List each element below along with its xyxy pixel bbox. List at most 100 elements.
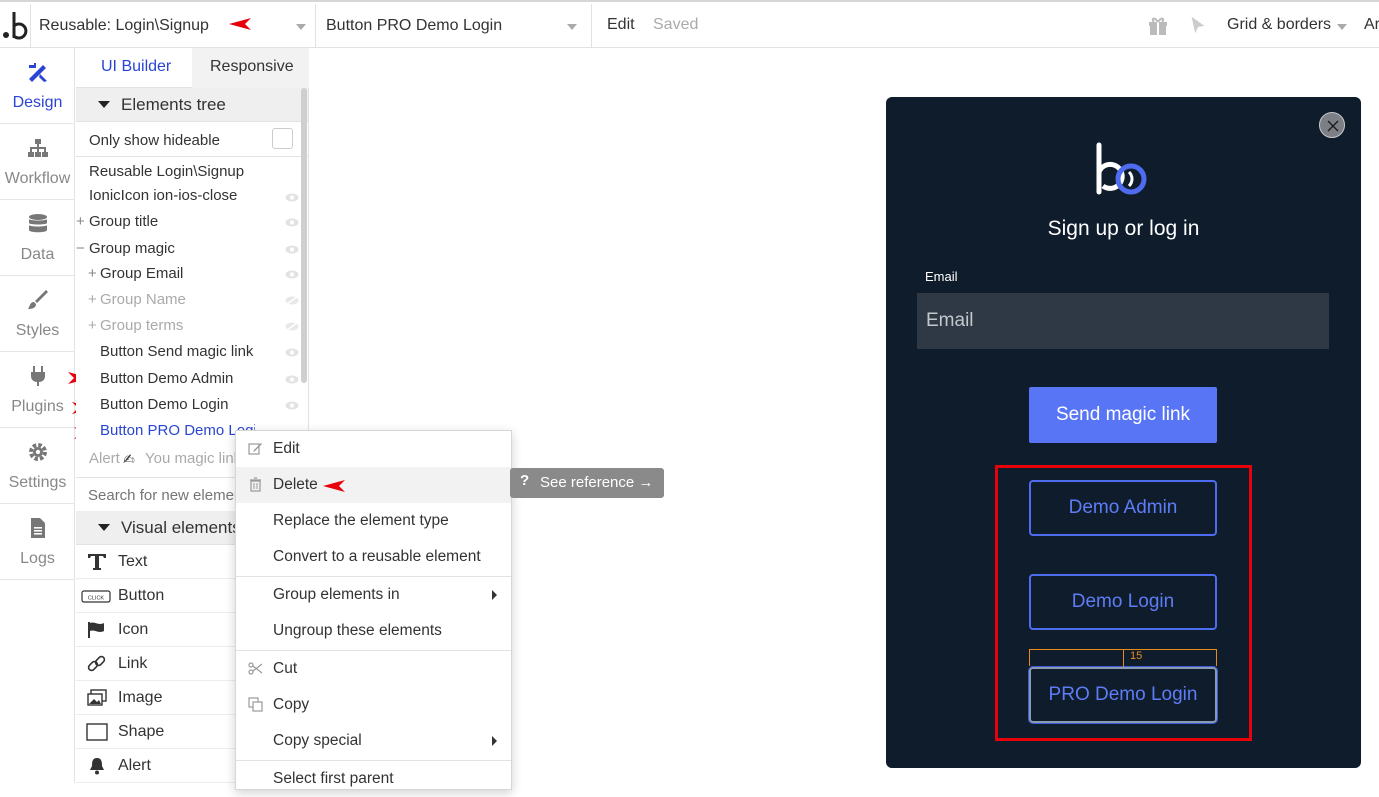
visual-element-label: Icon <box>118 621 149 638</box>
eye-icon[interactable] <box>285 193 299 202</box>
cursor-icon[interactable] <box>1187 14 1209 36</box>
visual-element-label: Button <box>118 587 165 604</box>
visual-element-label: Text <box>118 553 148 570</box>
elements-tree-title: Elements tree <box>121 95 226 114</box>
eye-icon[interactable] <box>285 245 299 254</box>
tab-responsive[interactable]: Responsive <box>210 58 294 76</box>
menu-item-copy[interactable]: Copy <box>236 687 511 723</box>
tree-item[interactable]: Group Email <box>100 265 183 282</box>
page-selector[interactable]: Reusable: Login\Signup <box>30 4 316 48</box>
bell-icon <box>90 758 104 775</box>
red-annotation-box <box>995 465 1252 741</box>
image-icon <box>87 689 107 706</box>
brush-icon <box>28 290 48 309</box>
tree-toggle-plus[interactable]: + <box>88 265 97 282</box>
tree-item[interactable]: Group Name <box>100 291 186 308</box>
search-elements-input[interactable] <box>88 487 238 504</box>
send-magic-link-button[interactable]: Send magic link <box>1029 387 1217 443</box>
nav-logs[interactable]: Logs <box>0 504 75 580</box>
svg-text:CLICK: CLICK <box>88 596 105 602</box>
email-label: Email <box>925 269 958 284</box>
grid-borders-menu[interactable]: Grid & borders <box>1227 16 1331 34</box>
menu-item-group-elements[interactable]: Group elements in <box>236 577 511 613</box>
scissors-icon <box>248 662 263 675</box>
eye-slash-icon[interactable] <box>285 296 299 305</box>
bubble-logo-icon[interactable] <box>2 8 30 42</box>
visual-elements-title: Visual elements <box>121 518 241 537</box>
menu-item-label: Select first parent <box>273 770 394 787</box>
nav-design-label: Design <box>12 94 63 111</box>
eye-slash-icon[interactable] <box>285 322 299 331</box>
gift-icon[interactable] <box>1146 13 1170 37</box>
menu-item-cut[interactable]: Cut <box>236 651 511 687</box>
rocket-emoji-icon: ✍ <box>123 451 135 467</box>
menu-item-select-first-parent[interactable]: Select first parent <box>236 761 511 797</box>
database-icon <box>29 214 47 233</box>
eye-icon[interactable] <box>285 270 299 279</box>
tree-item[interactable]: Group title <box>89 213 158 230</box>
only-show-hideable-row: Only show hideable <box>76 123 308 157</box>
nav-logs-label: Logs <box>20 550 55 567</box>
nav-design[interactable]: Design <box>0 48 75 124</box>
visual-element-label: Shape <box>118 723 165 740</box>
visual-element-label: Image <box>118 689 163 706</box>
nav-workflow[interactable]: Workflow <box>0 124 75 200</box>
nav-workflow-label: Workflow <box>4 170 71 187</box>
tree-item[interactable]: You magic link <box>145 450 237 467</box>
eye-icon[interactable] <box>285 401 299 410</box>
tab-ui-builder[interactable]: UI Builder <box>101 58 171 76</box>
elements-tree-header[interactable]: Elements tree <box>76 88 308 122</box>
eye-icon[interactable] <box>285 218 299 227</box>
menu-item-label: Cut <box>273 660 298 677</box>
menu-item-replace-type[interactable]: Replace the element type <box>236 503 511 539</box>
menu-item-label: Copy special <box>273 732 362 749</box>
menu-item-delete[interactable]: Delete <box>236 467 511 503</box>
question-icon: ? <box>520 472 530 489</box>
saved-status: Saved <box>653 16 699 33</box>
menu-item-edit[interactable]: Edit <box>236 431 511 467</box>
context-menu: Edit Delete Replace the element type Con… <box>235 430 512 790</box>
tree-item[interactable]: Group magic <box>89 240 175 257</box>
tree-item[interactable]: Reusable Login\Signup <box>89 163 244 180</box>
element-selector[interactable]: Button PRO Demo Login <box>316 4 592 48</box>
tree-toggle-minus[interactable]: − <box>76 240 85 257</box>
tree-item[interactable]: Group terms <box>100 317 183 334</box>
tree-item[interactable]: Button Send magic link <box>100 343 253 360</box>
chevron-down-icon <box>296 24 306 30</box>
menu-item-copy-special[interactable]: Copy special <box>236 723 511 759</box>
menu-item-convert-reusable[interactable]: Convert to a reusable element <box>236 539 511 575</box>
visual-element-label: Alert <box>118 757 151 774</box>
tree-scrollbar[interactable] <box>301 88 307 383</box>
tree-toggle-plus[interactable]: + <box>76 213 85 230</box>
nav-styles[interactable]: Styles <box>0 276 75 352</box>
tree-item[interactable]: Button Demo Admin <box>100 370 233 387</box>
design-icon <box>29 63 47 82</box>
menu-item-label: Delete <box>273 476 318 493</box>
top-bar: Reusable: Login\Signup Button PRO Demo L… <box>0 0 1379 48</box>
document-icon <box>31 518 45 538</box>
tree-item[interactable]: IonicIcon ion-ios-close <box>89 187 237 204</box>
trash-icon <box>250 477 261 492</box>
tree-toggle-plus[interactable]: + <box>88 317 97 334</box>
close-icon[interactable] <box>1319 112 1345 138</box>
only-show-hideable-checkbox[interactable] <box>272 128 293 149</box>
tree-item[interactable]: Button Demo Login <box>100 396 228 413</box>
panel-tabs: UI Builder Responsive <box>76 48 309 88</box>
nav-settings-label: Settings <box>8 474 67 491</box>
eye-icon[interactable] <box>285 375 299 384</box>
tree-toggle-plus[interactable]: + <box>88 291 97 308</box>
nav-data[interactable]: Data <box>0 200 75 276</box>
nav-plugins[interactable]: Plugins <box>0 352 75 428</box>
menu-item-ungroup[interactable]: Ungroup these elements <box>236 613 511 649</box>
shape-icon <box>86 723 108 741</box>
button-icon: CLICK <box>81 590 111 603</box>
tree-item[interactable]: Alert <box>89 450 120 467</box>
see-reference-tooltip[interactable]: ? See reference → <box>510 468 664 498</box>
eye-icon[interactable] <box>285 348 299 357</box>
tree-item-selected[interactable]: Button PRO Demo Login <box>100 422 255 439</box>
edit-menu[interactable]: Edit <box>607 16 635 34</box>
email-input[interactable] <box>917 293 1329 349</box>
popup-title: Sign up or log in <box>1047 217 1200 240</box>
overflow-menu-text[interactable]: Ar <box>1364 16 1379 34</box>
nav-settings[interactable]: Settings <box>0 428 75 504</box>
